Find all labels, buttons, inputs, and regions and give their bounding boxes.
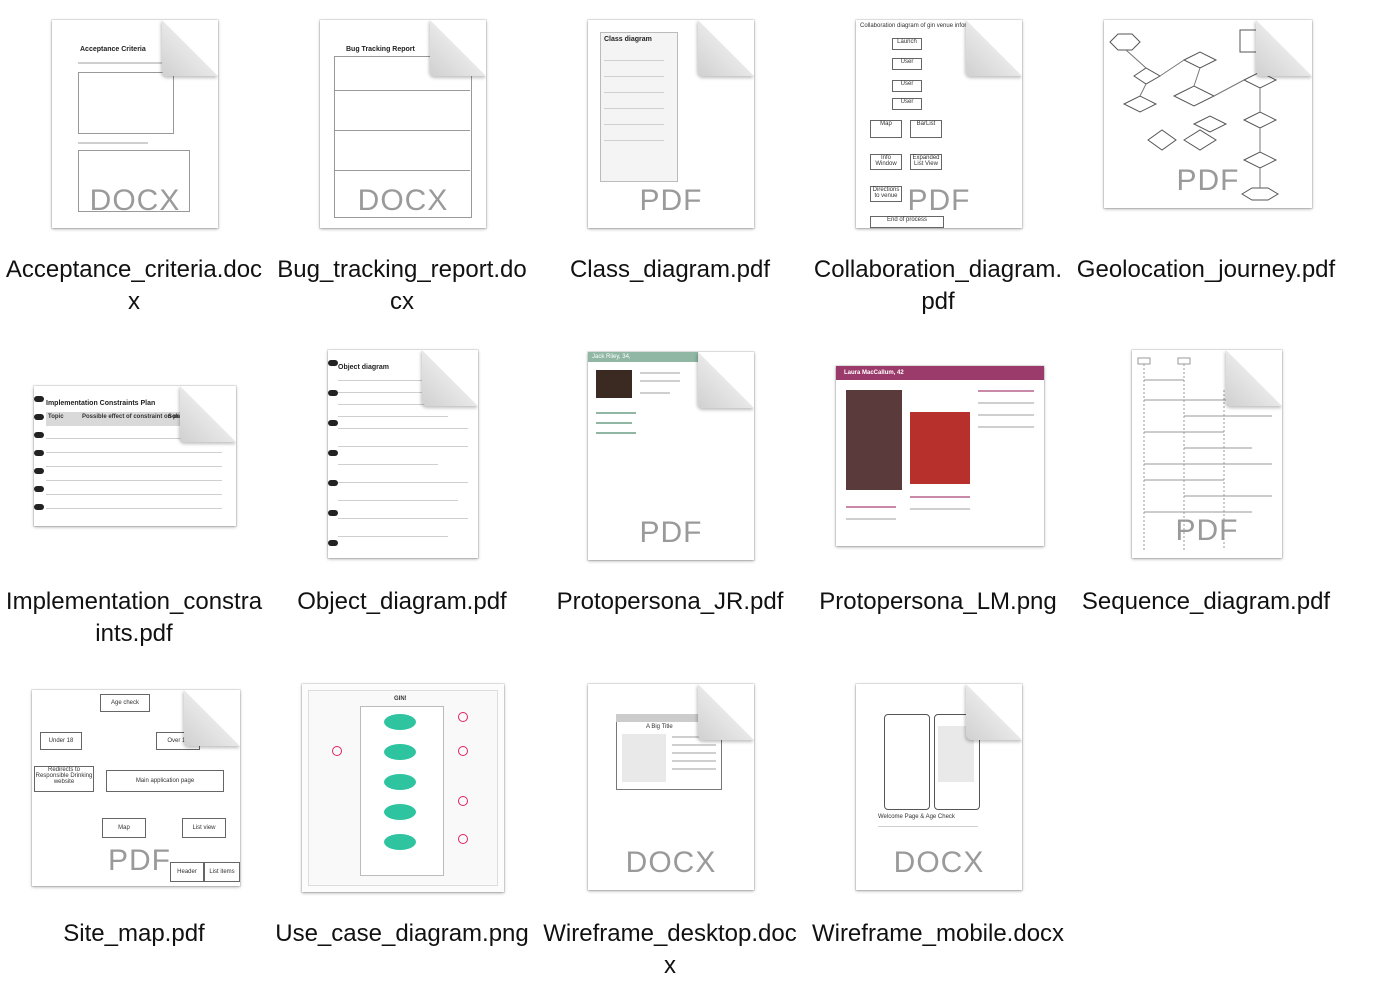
file-name[interactable]: Collaboration_diagram.pdf	[808, 254, 1068, 318]
file-item-site-map[interactable]: Age check Under 18 Over 18 Redirects to …	[0, 664, 268, 994]
document-page: Class diagram PDF	[588, 20, 754, 228]
page-curl-icon	[966, 20, 1022, 76]
file-name[interactable]: Protopersona_JR.pdf	[540, 586, 800, 618]
file-name[interactable]: Sequence_diagram.pdf	[1076, 586, 1336, 618]
file-thumbnail[interactable]: Class diagram PDF	[536, 0, 804, 240]
file-name[interactable]: Wireframe_desktop.docx	[540, 918, 800, 982]
page-curl-icon	[698, 20, 754, 76]
file-item-collaboration-diagram[interactable]: Collaboration diagram of gin venue infor…	[804, 0, 1072, 330]
document-page: Implementation Constraints Plan Topic Po…	[34, 386, 236, 526]
file-thumbnail[interactable]: A Big Title DOCX	[536, 664, 804, 904]
file-type-tag: PDF	[639, 184, 703, 217]
file-item-sequence-diagram[interactable]: PDF Sequence_diagram.pdf	[1072, 332, 1340, 662]
file-type-tag: PDF	[1176, 164, 1240, 197]
file-name[interactable]: Class_diagram.pdf	[540, 254, 800, 286]
page-curl-icon	[966, 684, 1022, 740]
file-item-class-diagram[interactable]: Class diagram PDF Class_diagram.pdf	[536, 0, 804, 330]
file-item-bug-tracking-report[interactable]: Bug Tracking Report DOCX Bug_tracking_re…	[268, 0, 536, 330]
file-item-wireframe-mobile[interactable]: Welcome Page & Age Check DOCX Wireframe_…	[804, 664, 1072, 994]
page-curl-icon	[184, 690, 240, 746]
file-type-tag: DOCX	[357, 184, 449, 217]
page-curl-icon	[422, 350, 478, 406]
document-page: Jack Riley, 34, PDF	[588, 352, 754, 560]
page-curl-icon	[1226, 350, 1282, 406]
file-thumbnail[interactable]: Jack Riley, 34, PDF	[536, 332, 804, 572]
file-thumbnail[interactable]: PDF	[1072, 0, 1340, 240]
document-page: Welcome Page & Age Check DOCX	[856, 684, 1022, 890]
file-thumbnail[interactable]: Collaboration diagram of gin venue infor…	[804, 0, 1072, 240]
file-name[interactable]: Site_map.pdf	[4, 918, 264, 950]
preview-title: Object diagram	[338, 364, 389, 371]
preview-title: A Big Title	[646, 724, 673, 730]
file-type-tag: PDF	[639, 516, 703, 549]
document-page: PDF	[1132, 350, 1282, 558]
file-thumbnail[interactable]: PDF	[1072, 332, 1340, 572]
file-type-tag: DOCX	[89, 184, 181, 217]
page-curl-icon	[698, 352, 754, 408]
preview-title: Acceptance Criteria	[80, 46, 146, 53]
file-thumbnail[interactable]: GIN!	[268, 664, 536, 904]
preview-caption: Welcome Page & Age Check	[878, 814, 955, 820]
file-grid: Acceptance Criteria DOCX Acceptance_crit…	[0, 0, 1392, 988]
file-thumbnail[interactable]: Laura MacCallum, 42	[804, 332, 1072, 572]
file-thumbnail[interactable]: Object diagram	[268, 332, 536, 572]
file-item-acceptance-criteria[interactable]: Acceptance Criteria DOCX Acceptance_crit…	[0, 0, 268, 330]
preview-title: Class diagram	[604, 36, 652, 43]
file-type-tag: PDF	[108, 844, 171, 877]
image-preview: GIN!	[302, 684, 504, 892]
preview-title: Bug Tracking Report	[346, 46, 415, 53]
document-page: Bug Tracking Report DOCX	[320, 20, 486, 228]
file-item-protopersona-lm[interactable]: Laura MacCallum, 42 Protopersona_LM.png	[804, 332, 1072, 662]
preview-title: GIN!	[394, 696, 407, 702]
page-curl-icon	[162, 20, 218, 76]
preview-title: Implementation Constraints Plan	[46, 400, 156, 407]
document-page: Age check Under 18 Over 18 Redirects to …	[32, 690, 240, 886]
file-item-protopersona-jr[interactable]: Jack Riley, 34, PDF Protopersona_JR.pdf	[536, 332, 804, 662]
file-item-object-diagram[interactable]: Object diagram Object_diagram.pdf	[268, 332, 536, 662]
file-thumbnail[interactable]: Welcome Page & Age Check DOCX	[804, 664, 1072, 904]
page-curl-icon	[430, 20, 486, 76]
document-page: Acceptance Criteria DOCX	[52, 20, 218, 228]
preview-title: Laura MacCallum, 42	[844, 370, 904, 376]
file-name[interactable]: Wireframe_mobile.docx	[808, 918, 1068, 950]
file-thumbnail[interactable]: Age check Under 18 Over 18 Redirects to …	[0, 664, 268, 904]
file-name[interactable]: Object_diagram.pdf	[272, 586, 532, 618]
file-name[interactable]: Bug_tracking_report.docx	[272, 254, 532, 318]
document-page: PDF	[1104, 20, 1312, 208]
page-curl-icon	[1256, 20, 1312, 76]
file-type-tag: DOCX	[625, 846, 717, 879]
file-item-use-case-diagram[interactable]: GIN! Use_case_diagram.png	[268, 664, 536, 994]
document-page: Object diagram	[328, 350, 478, 558]
image-preview: Laura MacCallum, 42	[836, 366, 1044, 546]
file-name[interactable]: Geolocation_journey.pdf	[1076, 254, 1336, 286]
file-item-implementation-constraints[interactable]: Implementation Constraints Plan Topic Po…	[0, 332, 268, 662]
page-curl-icon	[698, 684, 754, 740]
preview-title: Jack Riley, 34,	[592, 354, 631, 360]
file-item-wireframe-desktop[interactable]: A Big Title DOCX Wireframe_desktop.docx	[536, 664, 804, 994]
file-name[interactable]: Implementation_constraints.pdf	[4, 586, 264, 650]
file-item-geolocation-journey[interactable]: PDF Geolocation_journey.pdf	[1072, 0, 1340, 330]
file-thumbnail[interactable]: Implementation Constraints Plan Topic Po…	[0, 332, 268, 572]
page-curl-icon	[180, 386, 236, 442]
document-page: A Big Title DOCX	[588, 684, 754, 890]
file-thumbnail[interactable]: Bug Tracking Report DOCX	[268, 0, 536, 240]
document-page: Collaboration diagram of gin venue infor…	[856, 20, 1022, 228]
file-name[interactable]: Acceptance_criteria.docx	[4, 254, 264, 318]
file-type-tag: PDF	[1175, 514, 1239, 547]
file-name[interactable]: Use_case_diagram.png	[272, 918, 532, 950]
file-thumbnail[interactable]: Acceptance Criteria DOCX	[0, 0, 268, 240]
file-type-tag: DOCX	[893, 846, 985, 879]
file-type-tag: PDF	[907, 184, 971, 217]
file-name[interactable]: Protopersona_LM.png	[808, 586, 1068, 618]
